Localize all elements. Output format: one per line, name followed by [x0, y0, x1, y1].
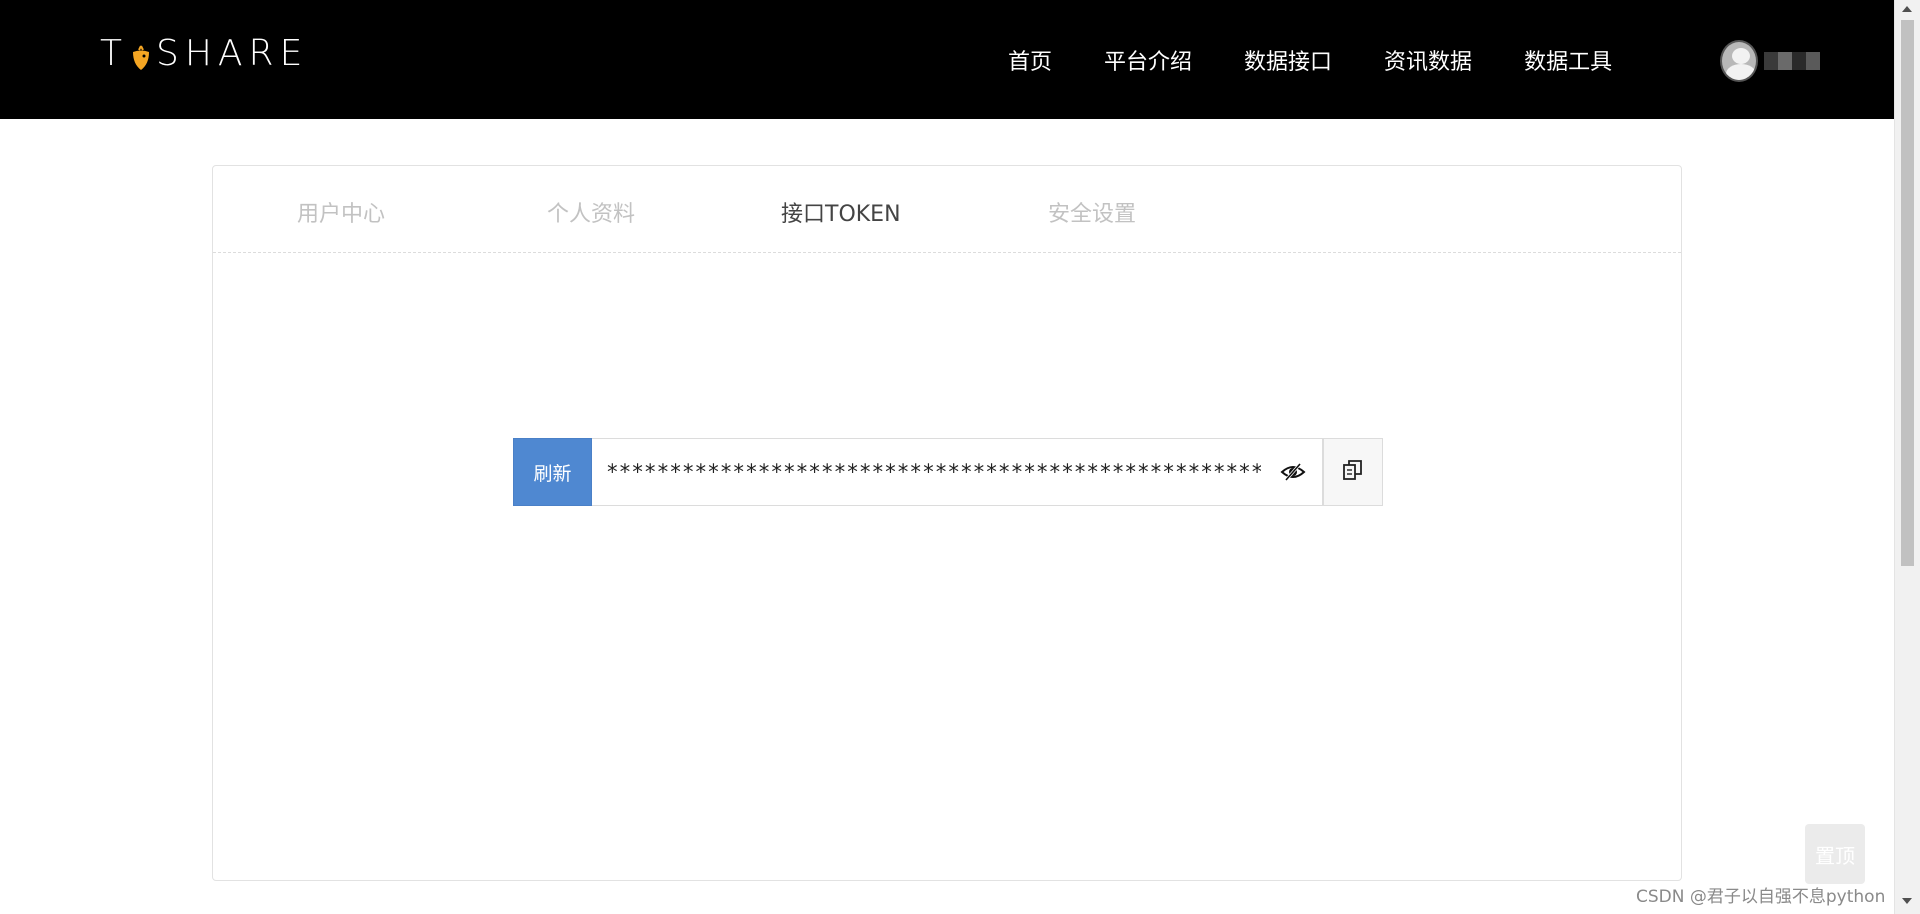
token-row: 刷新	[513, 438, 1383, 506]
carrot-icon	[130, 40, 152, 70]
scroll-down-arrow-icon[interactable]	[1902, 898, 1912, 904]
nav-link-data-tools[interactable]: 数据工具	[1524, 44, 1612, 76]
back-to-top-button[interactable]: 置顶	[1805, 824, 1865, 884]
tushare-logo[interactable]: T SHARE	[100, 32, 309, 74]
nav-link-news-data[interactable]: 资讯数据	[1384, 44, 1472, 76]
token-field-wrapper	[592, 438, 1323, 506]
tab-user-center[interactable]: 用户中心	[297, 196, 385, 228]
username-redacted[interactable]	[1764, 52, 1820, 70]
logo-text-right: SHARE	[156, 32, 309, 74]
avatar-head	[1732, 48, 1750, 64]
nav-link-data-api[interactable]: 数据接口	[1244, 44, 1332, 76]
avatar-body	[1726, 64, 1756, 80]
refresh-token-button[interactable]: 刷新	[513, 438, 592, 506]
user-center-card: 用户中心 个人资料 接口TOKEN 安全设置 刷新	[212, 165, 1682, 881]
nav-link-platform-intro[interactable]: 平台介绍	[1104, 44, 1192, 76]
user-menu[interactable]	[1720, 40, 1820, 82]
copy-token-button[interactable]	[1323, 438, 1383, 506]
tab-profile[interactable]: 个人资料	[547, 196, 635, 228]
nav-link-home[interactable]: 首页	[1008, 44, 1052, 76]
main-nav: 首页 平台介绍 数据接口 资讯数据 数据工具	[1008, 44, 1664, 76]
scroll-up-arrow-icon[interactable]	[1902, 6, 1912, 12]
copy-icon	[1342, 459, 1364, 485]
avatar[interactable]	[1720, 40, 1758, 82]
eye-slash-icon[interactable]	[1280, 461, 1306, 483]
logo-text-left: T	[100, 32, 128, 74]
page-scrollbar[interactable]	[1894, 0, 1920, 914]
token-input[interactable]	[606, 452, 1261, 492]
tab-bar: 用户中心 个人资料 接口TOKEN 安全设置	[213, 166, 1681, 253]
tab-security-settings[interactable]: 安全设置	[1048, 196, 1136, 228]
tab-api-token[interactable]: 接口TOKEN	[781, 196, 901, 228]
top-navbar: T SHARE 首页 平台介绍 数据接口 资讯数据 数据工具	[0, 0, 1895, 119]
watermark: CSDN @君子以自强不息python	[1636, 887, 1886, 907]
scroll-thumb[interactable]	[1901, 20, 1914, 566]
